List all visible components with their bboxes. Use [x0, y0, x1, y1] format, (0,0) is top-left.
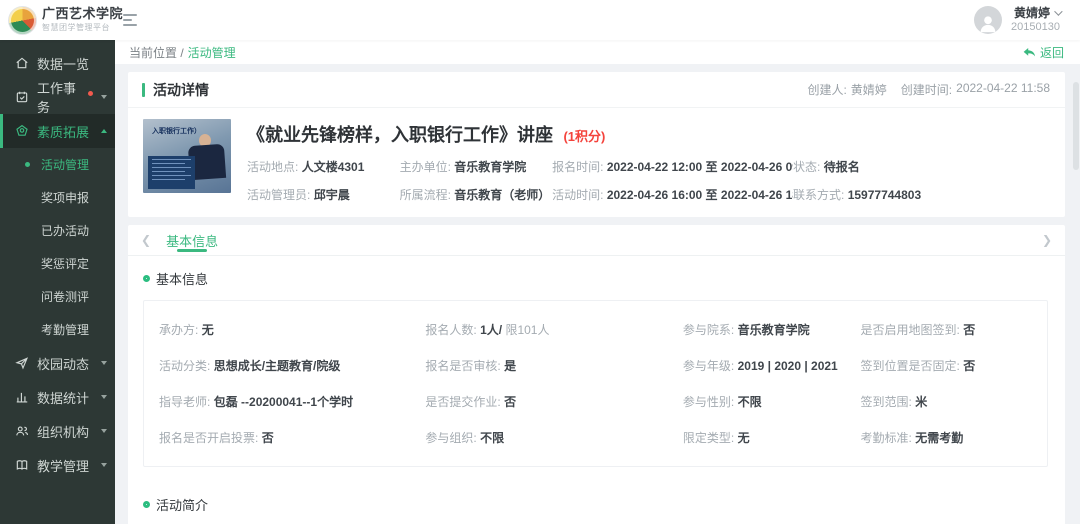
badge-icon [14, 124, 29, 139]
field-grades: 参与年级: 2019 | 2020 | 2021 [683, 357, 861, 374]
tab-content: 基本信息 承办方: 无 报名人数: 1人/ 限101人 参与院系: 音乐教育学院… [128, 256, 1065, 524]
section-basic-info: 基本信息 [143, 269, 1048, 288]
activity-location: 活动地点: 人文楼4301 [247, 158, 400, 175]
tab-bar: ❮ 基本信息 ❯ [128, 225, 1065, 256]
activity-credit: (1积分) [563, 129, 605, 144]
main: 活动详情 创建人: 黄婧婷 创建时间: 2022-04-22 11:58 入职银… [115, 64, 1080, 524]
caret-down-icon [101, 429, 107, 433]
tab-scroll-right-icon[interactable]: ❯ [1042, 234, 1052, 246]
content-area: 当前位置 / 活动管理 返回 活动详情 创建人: 黄婧婷 创建时间: [115, 40, 1080, 524]
avatar[interactable] [974, 6, 1002, 34]
activity-detail-panel: 活动详情 创建人: 黄婧婷 创建时间: 2022-04-22 11:58 入职银… [128, 72, 1065, 217]
quality-expansion-submenu: 活动管理 奖项申报 已办活动 奖惩评定 问卷测评 考勤管理 [0, 148, 115, 346]
field-undertaker: 承办方: 无 [159, 321, 425, 338]
home-icon [14, 56, 29, 71]
tab-scroll-left-icon[interactable]: ❮ [141, 234, 151, 246]
creator-name: 黄婧婷 [851, 81, 887, 98]
field-checkin-fixed: 签到位置是否固定: 否 [861, 357, 1047, 374]
chevron-down-icon [1054, 8, 1062, 16]
caret-down-icon [101, 95, 107, 99]
field-checkin-range: 签到范围: 米 [861, 393, 1047, 410]
field-organization: 参与组织: 不限 [425, 429, 683, 446]
sidebar-item-activity-management[interactable]: 活动管理 [0, 148, 115, 181]
person-icon [977, 12, 999, 34]
section-bullet-icon [143, 501, 150, 508]
breadcrumb: 当前位置 / 活动管理 [129, 44, 236, 61]
activity-title: 《就业先锋榜样，入职银行工作》讲座 [247, 125, 553, 145]
book-icon [14, 458, 29, 473]
brand: 广西艺术学院 智慧团学管理平台 [0, 7, 115, 34]
activity-process: 所属流程: 音乐教育（老师） [400, 186, 553, 203]
tab-basic-info[interactable]: 基本信息 [166, 225, 218, 255]
caret-down-icon [101, 395, 107, 399]
caret-down-icon [101, 361, 107, 365]
people-icon [14, 424, 29, 439]
field-signup-review: 报名是否审核: 是 [425, 357, 683, 374]
paper-plane-icon [14, 356, 29, 371]
notification-dot [88, 91, 93, 96]
section-bullet-icon [143, 275, 150, 282]
field-attendance-standard: 考勤标准: 无需考勤 [861, 429, 1047, 446]
sidebar-item-handled-activities[interactable]: 已办活动 [0, 214, 115, 247]
sidebar-item-data-overview[interactable]: 数据一览 [0, 46, 115, 80]
scrollbar-thumb[interactable] [1073, 82, 1079, 170]
back-button[interactable]: 返回 [1023, 44, 1064, 61]
section-activity-intro: 活动简介 《就业先锋榜样，入职银行工作》讲座 主讲人：陈钦 [143, 495, 1048, 524]
sidebar-item-organization[interactable]: 组织机构 [0, 414, 115, 448]
breadcrumb-current[interactable]: 活动管理 [188, 44, 236, 61]
sidebar-item-questionnaire[interactable]: 问卷测评 [0, 280, 115, 313]
field-map-checkin: 是否启用地图签到: 否 [861, 321, 1047, 338]
contact-phone: 联系方式: 15977744803 [793, 186, 1050, 203]
detail-tabs-panel: ❮ 基本信息 ❯ 基本信息 承办方: 无 报名人数: 1人/ 限101人 参与院… [128, 225, 1065, 524]
activity-status: 状态: 待报名 [793, 158, 1050, 175]
tasks-icon [14, 90, 29, 105]
sidebar-item-quality-expansion[interactable]: 素质拓展 [0, 114, 115, 148]
field-voting: 报名是否开启投票: 否 [159, 429, 425, 446]
caret-up-icon [101, 129, 107, 133]
field-limit-type: 限定类型: 无 [683, 429, 861, 446]
sidebar-item-attendance[interactable]: 考勤管理 [0, 313, 115, 346]
activity-card: 入职银行工作） 《就业先锋榜样，入职银行工作》讲座 (1积分) 活动地点: 人文… [128, 108, 1065, 217]
sidebar-item-data-statistics[interactable]: 数据统计 [0, 380, 115, 414]
activity-poster: 入职银行工作） [143, 119, 231, 193]
school-logo-icon [9, 7, 36, 34]
field-departments: 参与院系: 音乐教育学院 [683, 321, 861, 338]
title-accent-bar [142, 83, 145, 97]
app-header: 广西艺术学院 智慧团学管理平台 黄婧婷 20150130 [0, 0, 1080, 40]
scrollbar [1073, 82, 1079, 522]
sidebar-collapse-icon[interactable] [123, 14, 139, 26]
activity-info: 《就业先锋榜样，入职银行工作》讲座 (1积分) 活动地点: 人文楼4301 主办… [247, 119, 1050, 203]
platform-name: 智慧团学管理平台 [42, 24, 123, 33]
field-gender: 参与性别: 不限 [683, 393, 861, 410]
sidebar-item-award-application[interactable]: 奖项申报 [0, 181, 115, 214]
user-name: 黄婧婷 [1014, 6, 1050, 20]
created-time: 2022-04-22 11:58 [956, 81, 1050, 98]
creation-meta: 创建人: 黄婧婷 创建时间: 2022-04-22 11:58 [807, 81, 1050, 98]
basic-info-grid: 承办方: 无 报名人数: 1人/ 限101人 参与院系: 音乐教育学院 是否启用… [143, 300, 1048, 467]
breadcrumb-bar: 当前位置 / 活动管理 返回 [115, 40, 1080, 64]
user-id: 20150130 [1011, 21, 1060, 34]
field-category: 活动分类: 思想成长/主题教育/院级 [159, 357, 425, 374]
sidebar-item-reward-punishment[interactable]: 奖惩评定 [0, 247, 115, 280]
header-user-area: 黄婧婷 20150130 [974, 6, 1080, 34]
panel-header: 活动详情 创建人: 黄婧婷 创建时间: 2022-04-22 11:58 [128, 72, 1065, 108]
user-menu[interactable]: 黄婧婷 20150130 [1011, 6, 1060, 34]
field-signup-count: 报名人数: 1人/ 限101人 [425, 321, 683, 338]
signup-time: 报名时间: 2022-04-22 12:00 至 2022-04-26 09:0… [552, 158, 793, 175]
bar-chart-icon [14, 390, 29, 405]
sidebar-item-work-affairs[interactable]: 工作事务 [0, 80, 115, 114]
sidebar: 数据一览 工作事务 素质拓展 活动管理 奖项申报 已办活动 奖惩评定 问卷测评 [0, 40, 115, 524]
panel-title: 活动详情 [142, 80, 209, 100]
back-arrow-icon [1023, 47, 1036, 58]
activity-info-grid: 活动地点: 人文楼4301 主办单位: 音乐教育学院 报名时间: 2022-04… [247, 158, 1050, 203]
caret-down-icon [101, 463, 107, 467]
field-homework: 是否提交作业: 否 [425, 393, 683, 410]
school-name: 广西艺术学院 [42, 7, 123, 21]
activity-admin: 活动管理员: 邱宇晨 [247, 186, 400, 203]
activity-time: 活动时间: 2022-04-26 16:00 至 2022-04-26 18:0… [552, 186, 793, 203]
sidebar-item-campus-news[interactable]: 校园动态 [0, 346, 115, 380]
activity-organizer: 主办单位: 音乐教育学院 [400, 158, 553, 175]
field-advisor: 指导老师: 包磊 --20200041--1个学时 [159, 393, 425, 410]
sidebar-item-teaching-management[interactable]: 教学管理 [0, 448, 115, 482]
